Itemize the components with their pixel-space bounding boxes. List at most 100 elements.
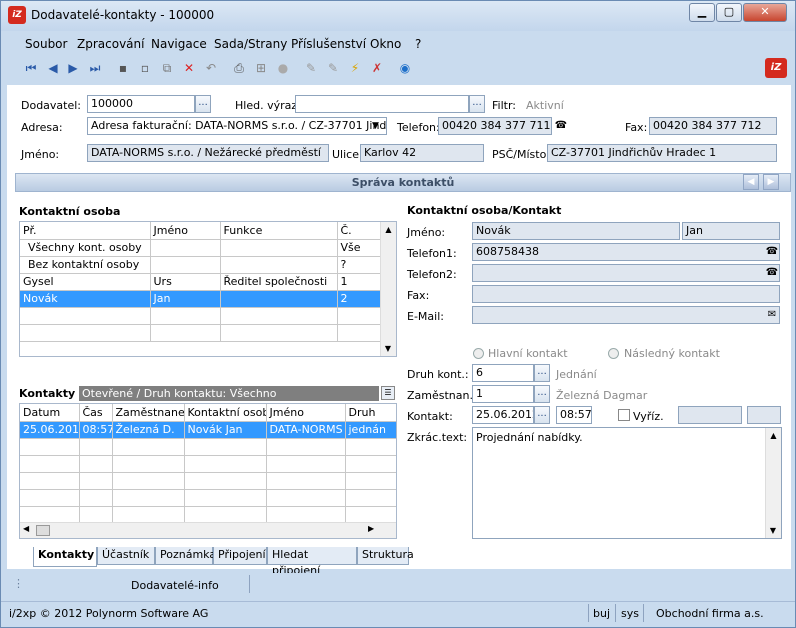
delete-icon[interactable]: ✕ xyxy=(181,60,197,76)
phone-dial-icon[interactable]: ☎ xyxy=(764,265,780,281)
edit2-icon[interactable]: ✎ xyxy=(325,60,341,76)
hled-lookup-button[interactable]: ... xyxy=(469,95,485,113)
print-icon[interactable]: ⎙ xyxy=(231,60,247,76)
kontakt-time-field[interactable]: 08:57 xyxy=(556,406,592,424)
scroll-up-icon[interactable]: ▲ xyxy=(381,225,396,234)
tab-hledat-pripojeni[interactable]: Hledat připojení xyxy=(267,547,357,577)
scroll-down-icon[interactable]: ▼ xyxy=(766,526,780,535)
date-picker-button[interactable]: ... xyxy=(534,406,550,424)
col-header[interactable]: Druh xyxy=(345,404,396,422)
kontakt-date-field[interactable]: 25.06.2012 xyxy=(472,406,534,424)
tab-poznamka[interactable]: Poznámka xyxy=(155,547,216,565)
col-header[interactable]: Zaměstnanec xyxy=(112,404,185,422)
table-row-selected[interactable]: Novák Jan 2 xyxy=(20,290,381,308)
section-title: Správa kontaktů xyxy=(15,173,791,192)
phone-dial-icon[interactable]: ☎ xyxy=(764,244,780,260)
vyriz-field xyxy=(678,406,742,424)
druh-text: Jednání xyxy=(556,368,597,381)
app-window: iZ Dodavatelé-kontakty - 100000 ▁ ▢ ✕ So… xyxy=(0,0,796,628)
col-header[interactable]: Čas xyxy=(79,404,113,422)
edit-icon[interactable]: ✎ xyxy=(303,60,319,76)
bottom-bar: i/2xp © 2012 Polynorm Software AG buj sy… xyxy=(1,601,795,625)
scroll-down-icon[interactable]: ▼ xyxy=(381,344,395,353)
table-row[interactable]: Všechny kont. osoby Vše xyxy=(20,239,381,257)
detail-jmeno-label: Jméno: xyxy=(407,226,446,239)
clear-filter-icon[interactable]: ✗ xyxy=(369,60,385,76)
contacts-title: Kontakty xyxy=(19,387,76,400)
phone-dial-icon[interactable]: ☎ xyxy=(553,118,569,134)
scroll-right-icon[interactable]: ▶ xyxy=(368,524,374,533)
copy-icon[interactable]: ⧉ xyxy=(159,60,175,76)
filter-icon[interactable]: ⚡ xyxy=(347,60,363,76)
hled-field[interactable] xyxy=(295,95,469,113)
adresa-select[interactable]: Adresa fakturační: DATA-NORMS s.r.o. / C… xyxy=(87,117,387,135)
dodavatel-lookup-button[interactable]: ... xyxy=(195,95,211,113)
col-header[interactable]: Jméno xyxy=(266,404,346,422)
nasledny-radio[interactable] xyxy=(608,348,619,359)
internet-icon[interactable]: ◉ xyxy=(397,60,413,76)
tab-ucastnik[interactable]: Účastník xyxy=(97,547,155,565)
new-icon[interactable]: ▫ xyxy=(137,60,153,76)
maximize-button[interactable]: ▢ xyxy=(716,3,742,22)
dodavatel-field[interactable]: 100000 xyxy=(87,95,195,113)
table-row[interactable]: Gysel Urs Ředitel společnosti 1 xyxy=(20,273,381,291)
cell: Gysel xyxy=(20,273,151,291)
col-header[interactable]: Jméno xyxy=(150,222,221,240)
ulice-field: Karlov 42 xyxy=(360,144,484,162)
first-record-icon[interactable]: ⏮ xyxy=(23,60,39,76)
tree-icon[interactable]: ⊞ xyxy=(253,60,269,76)
zam-lookup-button[interactable]: ... xyxy=(534,385,550,403)
minimize-button[interactable]: ▁ xyxy=(689,3,715,22)
menu-okno[interactable]: Okno xyxy=(370,37,401,51)
tel1-field: 608758438 xyxy=(472,243,780,261)
hlavni-radio[interactable] xyxy=(473,348,484,359)
menu-soubor[interactable]: Soubor xyxy=(25,37,67,51)
status-bar: ⋮ Dodavatelé-info xyxy=(7,573,793,597)
col-header[interactable]: Datum xyxy=(20,404,80,422)
menu-navigace[interactable]: Navigace xyxy=(151,37,207,51)
scroll-up-icon[interactable]: ▲ xyxy=(766,431,781,440)
scroll-thumb[interactable] xyxy=(36,525,50,536)
last-record-icon[interactable]: ⏭ xyxy=(87,60,103,76)
cell: DATA-NORMS xyxy=(266,421,346,439)
druh-field[interactable]: 6 xyxy=(472,364,534,382)
chevron-down-icon[interactable]: ▼ xyxy=(372,121,379,131)
table-row[interactable]: Bez kontaktní osoby ? xyxy=(20,256,381,274)
grid-header: Př. Jméno Funkce Č. xyxy=(20,222,381,240)
tab-pripojeni[interactable]: Připojení xyxy=(213,547,267,565)
menu-prislusenstvi[interactable]: Příslušenství xyxy=(291,37,366,51)
cell: 08:57 xyxy=(79,421,113,439)
vyriz-checkbox[interactable] xyxy=(618,409,630,421)
druh-lookup-button[interactable]: ... xyxy=(534,364,550,382)
menu-help[interactable]: ? xyxy=(415,37,421,51)
zkrac-textarea[interactable]: Projednání nabídky. xyxy=(472,427,782,539)
section-prev-icon[interactable]: ◀ xyxy=(743,174,759,190)
tab-kontakty[interactable]: Kontakty xyxy=(33,547,97,567)
close-button[interactable]: ✕ xyxy=(743,3,787,22)
zkrac-scrollbar[interactable]: ▲ ▼ xyxy=(765,428,781,538)
contacts-hscrollbar[interactable]: ◀ ▶ xyxy=(20,522,396,538)
col-header[interactable]: Funkce xyxy=(220,222,338,240)
menu-sada-strany[interactable]: Sada/Strany xyxy=(214,37,287,51)
section-next-icon[interactable]: ▶ xyxy=(763,174,779,190)
next-record-icon[interactable]: ▶ xyxy=(65,60,81,76)
undo-icon[interactable]: ↶ xyxy=(203,60,219,76)
col-header[interactable]: Kontaktní osoba xyxy=(184,404,267,422)
company-label: Obchodní firma a.s. xyxy=(656,607,764,620)
divider xyxy=(615,604,616,622)
contact-person-scrollbar[interactable]: ▲ ▼ xyxy=(380,222,396,356)
menu-zpracovani[interactable]: Zpracování xyxy=(77,37,144,51)
col-header[interactable]: Př. xyxy=(20,222,151,240)
krestni-field: Jan xyxy=(682,222,780,240)
table-row-selected[interactable]: 25.06.2012 08:57 Železná D. Novák Jan DA… xyxy=(20,421,396,439)
save-icon[interactable]: ▪ xyxy=(115,60,131,76)
zam-field[interactable]: 1 xyxy=(472,385,534,403)
prev-record-icon[interactable]: ◀ xyxy=(45,60,61,76)
tab-struktura[interactable]: Struktura xyxy=(357,547,414,565)
contacts-filter-icon[interactable]: ☰ xyxy=(381,386,395,400)
col-header[interactable]: Č. xyxy=(337,222,381,240)
brand-logo-icon: iZ xyxy=(765,58,787,78)
email-send-icon[interactable]: ✉ xyxy=(764,307,780,323)
email-label: E-Mail: xyxy=(407,310,444,323)
scroll-left-icon[interactable]: ◀ xyxy=(23,524,29,533)
